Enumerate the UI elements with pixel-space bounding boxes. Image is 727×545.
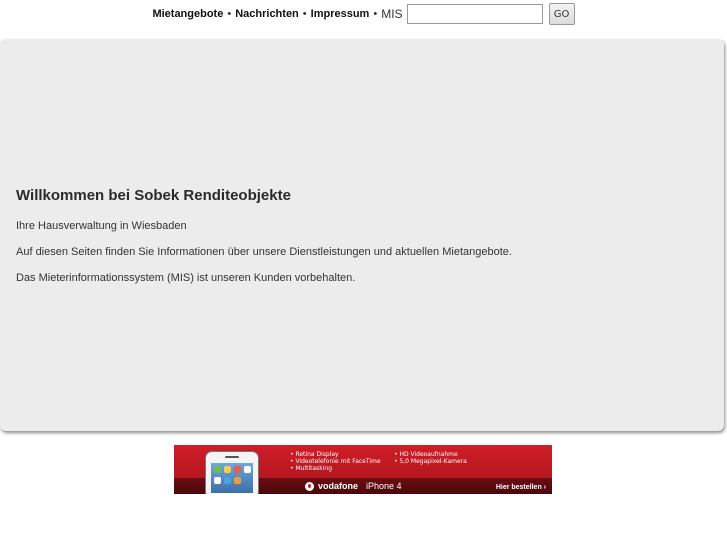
order-cta-link[interactable]: Hier bestellen › (496, 484, 546, 491)
vodafone-ad-banner[interactable]: Retina Display Videotelefonie mit FaceTi… (174, 445, 552, 494)
feature-list-left: Retina Display Videotelefonie mit FaceTi… (290, 451, 380, 472)
banner-brand: vodafone iPhone 4 (305, 481, 402, 491)
mis-label: MIS (381, 7, 403, 21)
intro-paragraph: Ihre Hausverwaltung in Wiesbaden (16, 220, 187, 232)
product-name: iPhone 4 (366, 481, 402, 491)
nav-separator: • (302, 8, 307, 20)
nav-link-impressum[interactable]: Impressum (311, 8, 370, 20)
feature-list-right: HD Videoaufnahme 5,0 Megapixel-Kamera (394, 451, 466, 465)
content-panel: Willkommen bei Sobek Renditeobjekte Ihre… (0, 39, 724, 431)
nav-separator: • (373, 8, 378, 20)
info-paragraph: Auf diesen Seiten finden Sie Information… (16, 246, 512, 258)
welcome-heading: Willkommen bei Sobek Renditeobjekte (16, 187, 291, 204)
brand-name: vodafone (318, 481, 359, 491)
go-button[interactable]: GO (548, 3, 575, 25)
top-navigation: Mietangebote • Nachrichten • Impressum •… (0, 3, 727, 25)
iphone-image (205, 451, 259, 494)
vodafone-logo-icon (305, 481, 314, 491)
mis-paragraph: Das Mieterinformationssystem (MIS) ist u… (16, 272, 356, 284)
nav-link-mietangebote[interactable]: Mietangebote (152, 8, 223, 20)
nav-link-nachrichten[interactable]: Nachrichten (235, 8, 299, 20)
nav-separator: • (227, 8, 232, 20)
mis-input[interactable] (406, 4, 543, 24)
